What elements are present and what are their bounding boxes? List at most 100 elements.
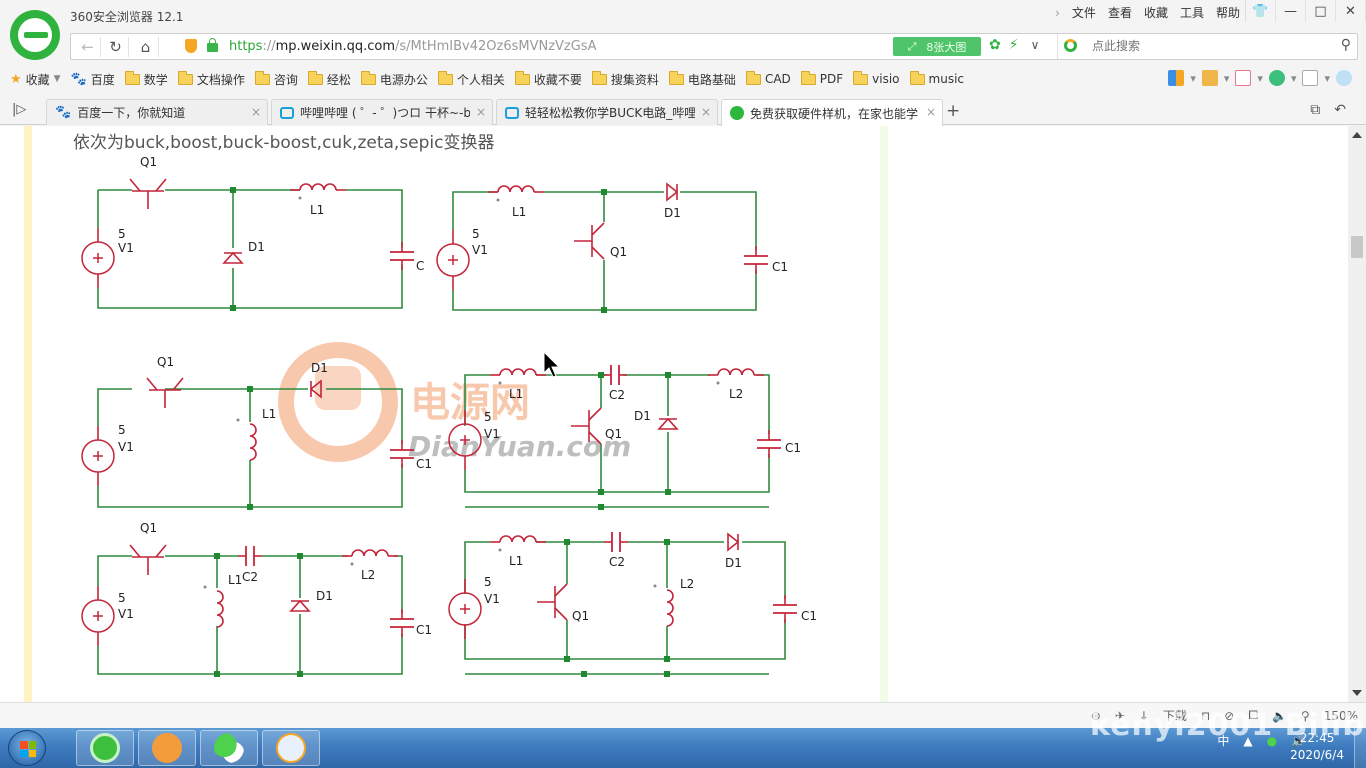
translate-extension-icon[interactable] — [1336, 70, 1352, 86]
junction-node — [665, 489, 671, 495]
start-button[interactable] — [8, 730, 46, 766]
bookmark-folder[interactable]: 咨询 — [254, 70, 298, 88]
big-images-label: 8张大图 — [926, 40, 967, 54]
back-button[interactable]: ← — [75, 37, 101, 57]
component-label: C1 — [772, 260, 788, 274]
taskbar-360-browser[interactable] — [76, 730, 134, 766]
new-tab-button[interactable]: + — [946, 101, 960, 121]
menu-help[interactable]: 帮助 — [1216, 4, 1240, 21]
menu-bar: › 文件 查看 收藏 工具 帮助 — [1055, 4, 1240, 21]
inductor — [499, 368, 537, 376]
bookmark-label: PDF — [819, 72, 844, 86]
close-tab-icon[interactable]: × — [251, 105, 261, 119]
dropdown-icon[interactable]: ▾ — [1190, 72, 1196, 85]
inductor — [351, 549, 389, 557]
lock-icon[interactable] — [207, 38, 218, 52]
taskbar-ev-recorder[interactable] — [262, 730, 320, 766]
voltage-source — [448, 592, 482, 626]
security-shield-icon[interactable] — [185, 39, 197, 53]
component-label: L2 — [361, 568, 375, 582]
adblock-icon[interactable] — [1235, 70, 1252, 86]
tab-bar: |▷ 🐾 百度一下，你就知道 × 哔哩哔哩 ( ゜- ゜)つロ 干杯~-bili… — [0, 98, 1366, 126]
tab-wechat-article[interactable]: 免费获取硬件样机，在家也能学 × — [721, 99, 943, 126]
transistor-emitter — [554, 607, 568, 621]
search-engine-icon[interactable] — [1064, 39, 1077, 52]
tab-bilibili-buck[interactable]: 轻轻松松教你学BUCK电路_哔哩 × — [496, 99, 718, 125]
bilibili-icon — [505, 106, 519, 119]
menu-tools[interactable]: 工具 — [1180, 4, 1204, 21]
close-tab-icon[interactable]: × — [701, 105, 711, 119]
bookmark-folder[interactable]: 电路基础 — [668, 70, 736, 88]
dropdown-icon[interactable]: ▾ — [1257, 72, 1263, 85]
wire — [97, 264, 403, 309]
bookmark-folder[interactable]: visio — [853, 70, 900, 86]
url-field[interactable]: https://mp.weixin.qq.com/s/MtHmIBv42Oz6s… — [229, 39, 596, 54]
shopping-extension-icon[interactable] — [1268, 70, 1285, 86]
browser-logo-icon[interactable] — [10, 10, 60, 60]
junction-node — [601, 189, 607, 195]
big-images-button[interactable]: ⤢ 8张大图 — [893, 37, 981, 56]
tab-bilibili-home[interactable]: 哔哩哔哩 ( ゜- ゜)つロ 干杯~-bili × — [271, 99, 493, 125]
bookmark-folder[interactable]: 搜集资料 — [591, 70, 659, 88]
bookmark-folder[interactable]: 数学 — [124, 70, 168, 88]
close-tab-icon[interactable]: × — [926, 105, 936, 119]
search-input[interactable] — [1092, 36, 1322, 56]
component-label: D1 — [248, 240, 265, 254]
bookmark-folder[interactable]: 文档操作 — [177, 70, 245, 88]
url-host: mp.weixin.qq.com — [275, 39, 395, 54]
bookmark-folder[interactable]: 个人相关 — [437, 70, 505, 88]
clock-date: 2020/6/4 — [1290, 748, 1344, 762]
tab-tools: ⧉ ↶ — [1310, 102, 1346, 118]
dropdown-icon[interactable]: ▾ — [1291, 72, 1297, 85]
taskbar-wechat[interactable] — [200, 730, 258, 766]
close-tab-icon[interactable]: × — [476, 105, 486, 119]
folder-icon — [909, 70, 925, 85]
search-icon[interactable]: ⚲ — [1341, 37, 1351, 53]
menu-view[interactable]: 查看 — [1108, 4, 1132, 21]
junction-node — [297, 671, 303, 677]
polarity-dot — [203, 585, 207, 589]
scroll-down-arrow-icon[interactable] — [1352, 690, 1362, 696]
bookmark-folder[interactable]: CAD — [745, 70, 791, 86]
vertical-scrollbar[interactable] — [1348, 126, 1366, 702]
chevron-down-icon[interactable]: ∨ — [1031, 38, 1040, 52]
app-grid-icon[interactable] — [1168, 70, 1185, 86]
menu-favorites[interactable]: 收藏 — [1144, 4, 1168, 21]
tab-list-icon[interactable]: ⧉ — [1310, 102, 1320, 118]
reload-button[interactable]: ↻ — [103, 37, 129, 57]
scroll-up-arrow-icon[interactable] — [1352, 132, 1362, 138]
transistor-emitter — [591, 246, 605, 260]
bookmark-baidu[interactable]: 🐾 百度 — [71, 71, 115, 88]
tab-baidu[interactable]: 🐾 百度一下，你就知道 × — [46, 99, 268, 125]
minimize-button[interactable]: — — [1276, 0, 1306, 22]
taskbar-mail[interactable] — [138, 730, 196, 766]
sidebar-toggle-icon[interactable]: |▷ — [12, 102, 26, 117]
dropdown-icon[interactable]: ▾ — [1324, 72, 1330, 85]
bookmark-folder[interactable]: 经松 — [307, 70, 351, 88]
component-label: 5 — [118, 227, 126, 241]
wire — [680, 191, 757, 250]
polarity-dot — [498, 548, 502, 552]
home-button[interactable]: ⌂ — [133, 37, 159, 57]
bookmark-folder[interactable]: 收藏不要 — [514, 70, 582, 88]
close-button[interactable]: ✕ — [1336, 0, 1366, 22]
bookmark-folder[interactable]: music — [909, 70, 964, 86]
component-label: V1 — [118, 607, 134, 621]
menu-file[interactable]: 文件 — [1072, 4, 1096, 21]
bookmark-favorites[interactable]: ★ 收藏 ▼ — [10, 71, 61, 88]
bookmark-folder[interactable]: 电源办公 — [360, 70, 428, 88]
screenshot-extension-icon[interactable] — [1302, 70, 1319, 86]
360-browser-icon — [90, 733, 120, 763]
component-label: V1 — [118, 241, 134, 255]
chevron-right-icon[interactable]: › — [1055, 6, 1060, 20]
bookmark-folder[interactable]: PDF — [800, 70, 844, 86]
dropdown-icon[interactable]: ▾ — [1224, 72, 1230, 85]
maximize-button[interactable]: □ — [1306, 0, 1336, 22]
scrollbar-thumb[interactable] — [1351, 236, 1363, 258]
speed-mode-icon[interactable]: ⚡ — [1009, 37, 1019, 53]
undo-close-icon[interactable]: ↶ — [1334, 102, 1346, 118]
component-label: 5 — [472, 227, 480, 241]
skin-icon[interactable]: 👕 — [1246, 0, 1276, 22]
notes-extension-icon[interactable] — [1201, 70, 1218, 86]
compat-mode-icon[interactable]: ✿ — [989, 37, 1001, 53]
